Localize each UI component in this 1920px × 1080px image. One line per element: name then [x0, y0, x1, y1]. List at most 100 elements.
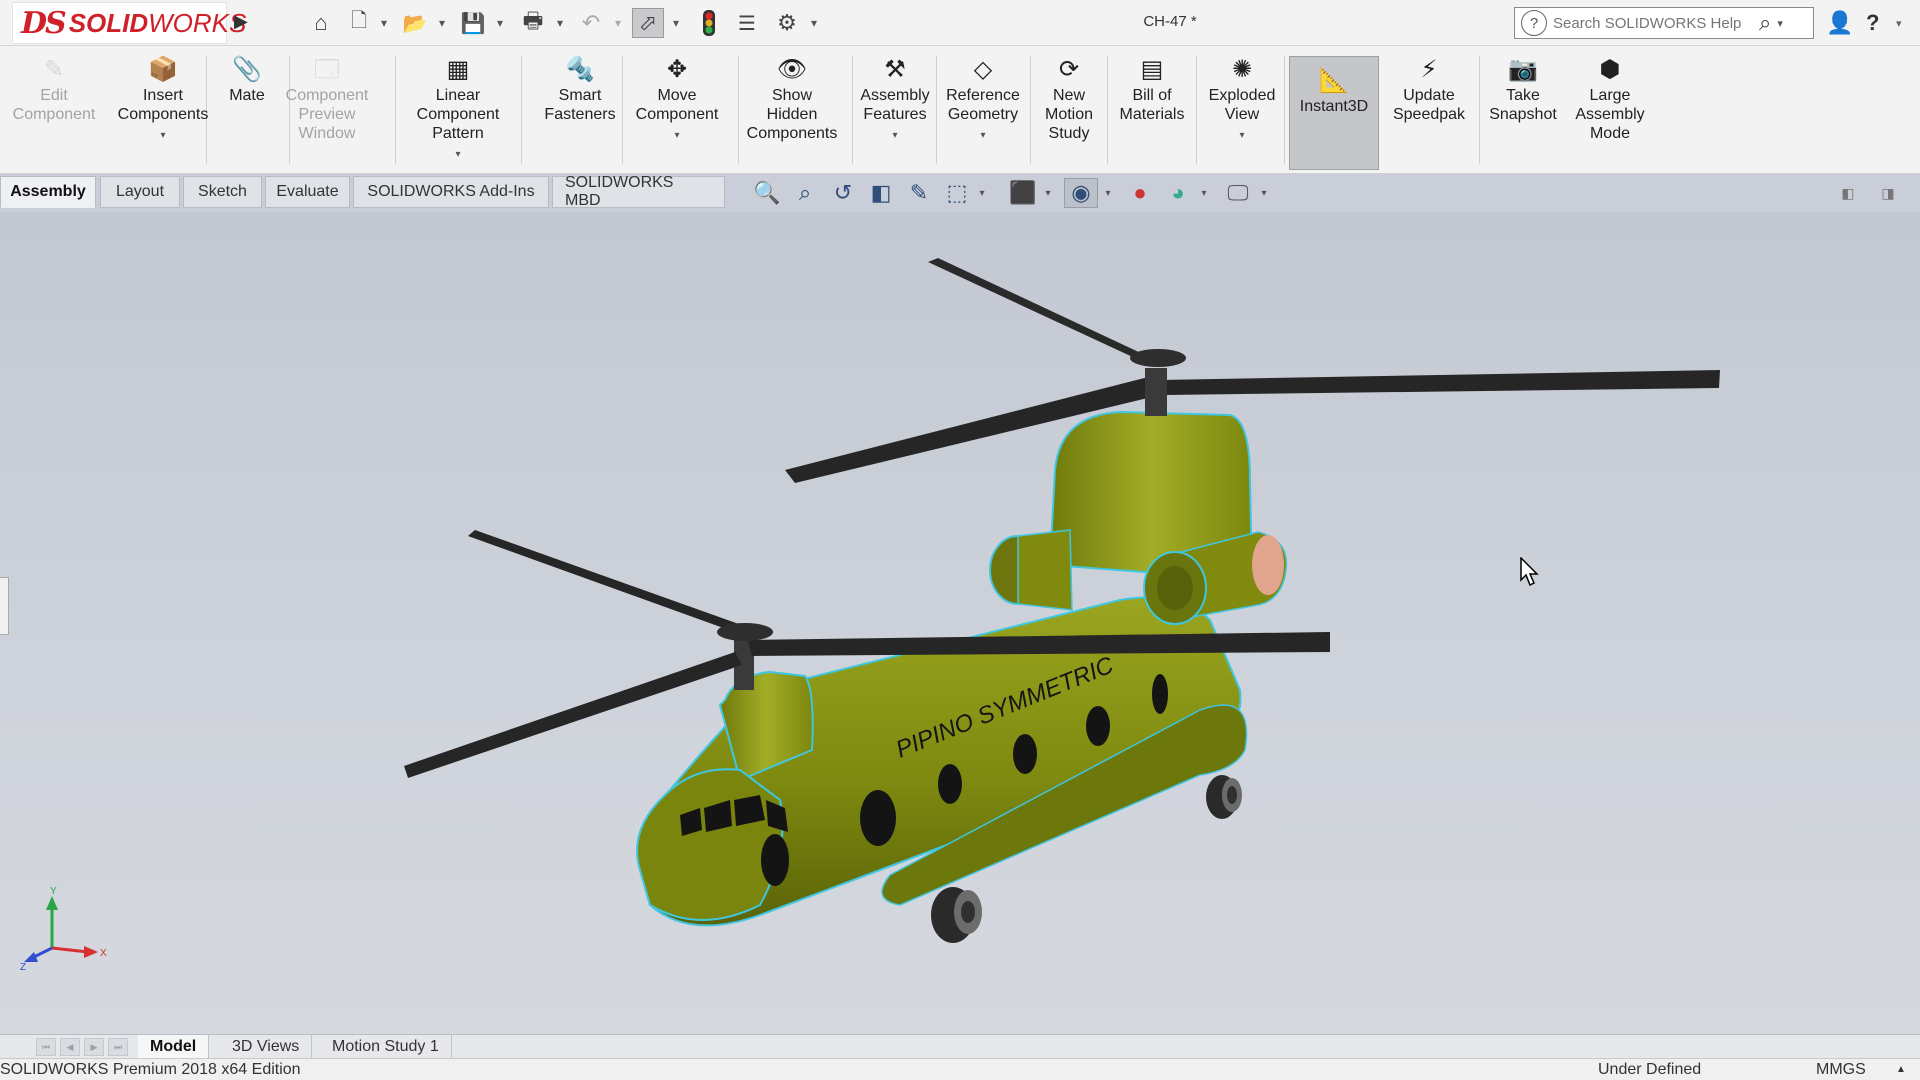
triad-y-label: Y: [50, 886, 57, 897]
view-orientation-icon[interactable]: ⬚: [942, 178, 972, 208]
helicopter-model[interactable]: PIPINO SYMMETRIC: [0, 212, 1920, 1034]
dynamic-annotation-view-icon[interactable]: ✎: [904, 178, 934, 208]
solidworks-logo[interactable]: DS SOLIDWORKS: [12, 2, 246, 44]
command-dropdown-icon[interactable]: ▾: [892, 126, 897, 145]
edit-component-button[interactable]: ✎ Edit Component: [0, 54, 114, 124]
user-account-icon[interactable]: 👤: [1826, 8, 1853, 38]
collapse-left-icon[interactable]: ◧: [1838, 178, 1858, 208]
menu-flyout-arrow-icon[interactable]: ▶: [234, 11, 254, 35]
bottom-tab-model[interactable]: Model: [138, 1035, 210, 1058]
show-hidden-components-icon: 👁: [776, 55, 808, 83]
graphics-area[interactable]: PIPINO SYMMETRIC Y X Z: [0, 212, 1920, 1034]
save-dropdown-icon[interactable]: ▾: [494, 8, 506, 38]
definition-status: Under Defined: [1598, 1061, 1702, 1078]
bottom-tab-3d-views[interactable]: 3D Views: [220, 1035, 313, 1058]
hide-show-dropdown-icon[interactable]: ▾: [1102, 178, 1114, 208]
edit-appearance-icon[interactable]: ●: [1124, 178, 1156, 208]
previous-view-icon[interactable]: ↺: [828, 178, 858, 208]
next-tab-icon[interactable]: ▶: [84, 1038, 104, 1056]
help-icon[interactable]: ?: [1866, 8, 1879, 38]
command-dropdown-icon[interactable]: ▾: [1239, 126, 1244, 145]
undo-icon[interactable]: ↶: [576, 8, 606, 38]
options-dropdown-icon[interactable]: ▾: [808, 8, 820, 38]
zoom-to-fit-icon[interactable]: 🔍: [752, 178, 782, 208]
update-speedpak-icon: ⚡: [1420, 55, 1438, 83]
save-icon[interactable]: 💾: [458, 8, 488, 38]
new-dropdown-icon[interactable]: ▾: [378, 8, 390, 38]
rear-rotor[interactable]: [785, 258, 1720, 483]
component-preview-window-icon: 🗔: [313, 55, 341, 83]
bottom-tab-motion-study-1[interactable]: Motion Study 1: [320, 1035, 452, 1058]
help-search-box[interactable]: ? ⌕ ▾: [1514, 7, 1814, 39]
command-label: Component Preview Window: [285, 87, 369, 142]
view-settings-icon[interactable]: 🖵: [1222, 178, 1254, 208]
rebuild-icon[interactable]: [694, 8, 724, 38]
options-icon[interactable]: ⚙: [772, 8, 802, 38]
assembly-features-icon: ⚒: [884, 55, 906, 83]
expand-right-icon[interactable]: ◨: [1878, 178, 1898, 208]
triad-x-label: X: [100, 948, 107, 959]
select-icon[interactable]: ⬀: [632, 8, 664, 38]
command-manager-tabs: 🔍 ⌕ ↺ ◧ ✎ ⬚ ▾ ⬛ ▾ ◉ ▾ ● ◕ ▾ 🖵 ▾ ◧ ◨ Asse…: [0, 174, 1920, 212]
units-selector[interactable]: MMGS: [1816, 1061, 1866, 1079]
show-hidden-components-button[interactable]: 👁 Show Hidden Components: [732, 54, 852, 143]
cockpit-nose: [636, 768, 784, 921]
move-component-button[interactable]: ✥ Move Component ▾: [617, 54, 737, 145]
command-dropdown-icon[interactable]: ▾: [455, 145, 460, 164]
linear-component-pattern-button[interactable]: ▦ Linear Component Pattern ▾: [398, 54, 518, 164]
large-assembly-mode-button[interactable]: ⬢ Large Assembly Mode: [1550, 54, 1670, 143]
engine-exhaust: [1252, 535, 1284, 595]
view-settings-dropdown-icon[interactable]: ▾: [1258, 178, 1270, 208]
display-style-icon[interactable]: ⬛: [1008, 178, 1038, 208]
open-icon[interactable]: 📂: [400, 8, 430, 38]
view-orientation-dropdown-icon[interactable]: ▾: [976, 178, 988, 208]
tab-layout[interactable]: Layout: [100, 176, 180, 208]
select-dropdown-icon[interactable]: ▾: [670, 8, 682, 38]
apply-scene-dropdown-icon[interactable]: ▾: [1198, 178, 1210, 208]
tab-sketch[interactable]: Sketch: [183, 176, 262, 208]
large-assembly-mode-icon: ⬢: [1599, 55, 1621, 83]
command-dropdown-icon[interactable]: ▾: [980, 126, 985, 145]
brand-text-bold: SOLID: [68, 7, 149, 38]
new-motion-study-icon: ⟳: [1058, 55, 1080, 83]
rear-rotor-blade-right: [1160, 370, 1720, 395]
search-icon[interactable]: ⌕: [1759, 10, 1771, 36]
open-dropdown-icon[interactable]: ▾: [436, 8, 448, 38]
reference-geometry-icon: ◇: [973, 55, 993, 83]
tab-solidworks-add-ins[interactable]: SOLIDWORKS Add-Ins: [353, 176, 549, 208]
rebuild-traffic-light-icon: [703, 10, 715, 36]
apply-scene-icon[interactable]: ◕: [1162, 178, 1194, 208]
print-icon[interactable]: 🖶: [518, 8, 548, 38]
command-label: Linear Component Pattern: [416, 87, 500, 142]
help-search-input[interactable]: [1553, 14, 1753, 32]
command-label: Update Speedpak: [1392, 87, 1466, 123]
home-icon[interactable]: ⌂: [306, 8, 336, 38]
last-tab-icon[interactable]: ⏭: [108, 1038, 128, 1056]
search-dropdown-icon[interactable]: ▾: [1777, 17, 1783, 30]
command-dropdown-icon[interactable]: ▾: [674, 126, 679, 145]
brand-text-light: WORKS: [148, 7, 247, 38]
section-view-icon[interactable]: ◧: [866, 178, 896, 208]
display-style-dropdown-icon[interactable]: ▾: [1042, 178, 1054, 208]
component-preview-window-button[interactable]: 🗔 Component Preview Window: [267, 54, 387, 143]
instant3d-button[interactable]: 📐 Instant3D: [1289, 56, 1379, 170]
tab-assembly[interactable]: Assembly: [0, 176, 96, 208]
help-dropdown-icon[interactable]: ▾: [1896, 8, 1902, 38]
tab-solidworks-mbd[interactable]: SOLIDWORKS MBD: [552, 174, 725, 209]
print-dropdown-icon[interactable]: ▾: [554, 8, 566, 38]
command-dropdown-icon[interactable]: ▾: [160, 126, 165, 145]
exploded-view-icon: ✺: [1231, 55, 1253, 83]
tab-evaluate[interactable]: Evaluate: [265, 176, 350, 208]
left-engine-nacelle: [1017, 529, 1073, 611]
title-bar: DS SOLIDWORKS ▶ ⌂ 🗋 ▾ 📂 ▾ 💾 ▾ 🖶 ▾ ↶ ▾ ⬀ …: [0, 0, 1920, 46]
units-caret-icon[interactable]: ▲: [1896, 1064, 1906, 1075]
file-properties-icon[interactable]: ☰: [732, 8, 762, 38]
new-document-icon[interactable]: 🗋: [346, 8, 372, 38]
zoom-to-area-icon[interactable]: ⌕: [790, 178, 820, 208]
previous-tab-icon[interactable]: ◀: [60, 1038, 80, 1056]
undo-dropdown-icon[interactable]: ▾: [612, 8, 624, 38]
exploded-view-button[interactable]: ✺ Exploded View ▾: [1182, 54, 1302, 145]
first-tab-icon[interactable]: ⏮: [36, 1038, 56, 1056]
rear-rotor-mast: [1145, 368, 1167, 416]
hide-show-items-icon[interactable]: ◉: [1064, 178, 1098, 208]
